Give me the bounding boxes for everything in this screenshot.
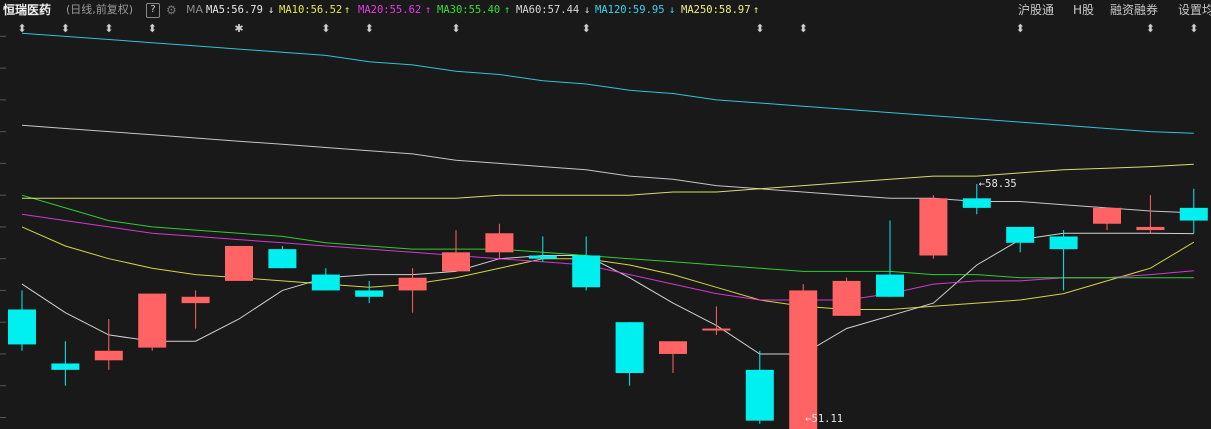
ma-legend-ma60: MA60:57.44 <box>516 4 580 16</box>
ma-legend-ma5: MA5:56.79 <box>206 4 263 16</box>
ma-legend-ma250: MA250:58.97 <box>681 4 751 16</box>
ma-line-ma60 <box>21 124 1194 214</box>
indicator-label[interactable]: MA <box>186 2 203 18</box>
arrow-down-icon: ↓ <box>268 4 275 16</box>
candle-body <box>919 198 948 256</box>
candle-body <box>311 274 340 291</box>
candle-body <box>1006 226 1035 243</box>
price-annotation: ←58.35 <box>979 178 1017 190</box>
help-button[interactable]: ? <box>146 3 160 18</box>
chart-header: 恒瑞医药 (日线,前复权) ? ⚙ MA MA5:56.79 ↓ MA10:56.5… <box>0 0 1211 20</box>
candle-body <box>485 233 514 253</box>
candle-body <box>832 280 861 316</box>
event-marker-icon: ✱ <box>234 22 243 35</box>
event-marker-icon: ⬍ <box>582 22 591 35</box>
candle-body <box>398 277 427 291</box>
event-marker-icon: ⬍ <box>451 22 460 35</box>
candle-body <box>876 274 904 297</box>
ma-line-ma250 <box>22 163 1194 199</box>
arrow-up-icon: ↑ <box>344 4 351 16</box>
candle-body <box>1093 207 1121 224</box>
arrow-up-icon: ↑ <box>425 4 432 16</box>
candle-body <box>962 198 991 208</box>
header-link-1[interactable]: H股 <box>1073 2 1094 18</box>
header-link-3[interactable]: 设置均 <box>1178 2 1211 18</box>
candle-body <box>528 255 557 259</box>
ma-legend-ma120: MA120:59.95 <box>595 4 665 16</box>
header-link-0[interactable]: 沪股通 <box>1018 2 1054 18</box>
candle-body <box>702 328 731 331</box>
event-marker-icon: ⬍ <box>1146 22 1155 35</box>
candle-body <box>94 350 123 361</box>
candle-body <box>1179 207 1208 221</box>
candle-body <box>355 290 384 297</box>
arrow-up-icon: ↑ <box>504 4 511 16</box>
event-marker-icon: ⬍ <box>365 22 374 35</box>
event-marker-icon: ⬍ <box>61 22 70 35</box>
candle-body <box>8 309 36 345</box>
period-label[interactable]: (日线,前复权) <box>66 2 133 18</box>
stock-name[interactable]: 恒瑞医药 <box>3 2 51 18</box>
event-marker-icon: ⬍ <box>104 22 113 35</box>
candle-body <box>789 290 818 429</box>
ma-legend-ma30: MA30:55.40 <box>437 4 501 16</box>
candle-body <box>1049 236 1078 250</box>
event-marker-icon: ⬍ <box>1016 22 1025 35</box>
candle-body <box>745 369 774 421</box>
arrow-up-icon: ↑ <box>753 4 760 16</box>
event-marker-icon: ⬍ <box>17 22 26 35</box>
header-link-2[interactable]: 融资融券 <box>1110 2 1158 18</box>
candle-body <box>225 245 253 281</box>
candle-body <box>659 341 687 354</box>
candle-body <box>615 322 644 374</box>
candle-body <box>138 293 167 348</box>
candle-body <box>181 296 210 304</box>
event-marker-icon: ⬍ <box>148 22 157 35</box>
event-marker-icon: ⬍ <box>755 22 764 35</box>
price-annotation: ←51.11 <box>805 413 843 425</box>
arrow-down-icon: ↓ <box>669 4 676 16</box>
event-marker-icon: ⬍ <box>321 22 330 35</box>
event-marker-icon: ⬍ <box>799 22 808 35</box>
candle-body <box>268 249 297 269</box>
candle-body <box>51 363 80 370</box>
candle-body <box>442 252 470 272</box>
ma-line-ma5 <box>21 232 1194 355</box>
candle-body <box>572 255 601 288</box>
ma-legend-ma10: MA10:56.52 <box>279 4 343 16</box>
candlestick-chart[interactable]: ⬍ ⬍ ⬍ ⬍ ✱ ⬍ ⬍ ⬍ ⬍ ⬍ ⬍ ⬍ ⬍ ⬍ ←58.35 ←51.11 <box>0 0 1211 429</box>
arrow-down-icon: ↓ <box>584 4 591 16</box>
candle-body <box>1136 226 1165 231</box>
ma-legend-ma20: MA20:55.62 <box>358 4 422 16</box>
ma-line-ma120 <box>21 32 1194 134</box>
event-marker-icon: ⬍ <box>1189 22 1198 35</box>
gear-icon[interactable]: ⚙ <box>166 2 177 18</box>
